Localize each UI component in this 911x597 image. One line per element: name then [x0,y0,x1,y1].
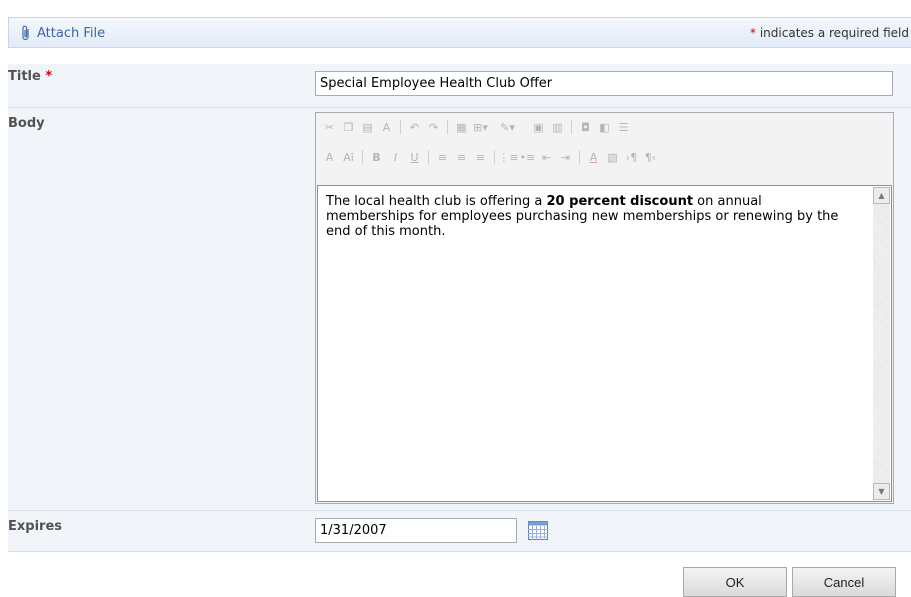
font-size-icon[interactable]: A [322,150,337,164]
body-text-area[interactable]: The local health club is offering a 20 p… [317,185,892,502]
toolbar-separator [579,150,580,164]
cancel-button[interactable]: Cancel [792,567,896,597]
form-toolbar: Attach File * indicates a required field [8,17,911,48]
copy-icon[interactable]: ❐ [341,120,356,134]
attach-file-link[interactable]: Attach File [21,25,105,41]
font-icon[interactable]: Aī [341,150,356,164]
ltr-icon[interactable]: ›¶ [624,150,639,164]
list-icon[interactable]: ☰ [616,120,631,134]
link-icon[interactable]: ▥ [550,120,565,134]
title-input[interactable] [315,71,893,96]
cut-icon[interactable]: ✂ [322,120,337,134]
title-label: Title * [8,69,53,84]
paste-icon[interactable]: ▤ [360,120,375,134]
toolbar-separator [400,120,401,134]
scroll-up-icon[interactable]: ▲ [873,187,890,204]
hyperlink-icon[interactable]: ◘ [578,120,593,134]
attach-file-label: Attach File [37,25,106,41]
highlight-icon[interactable]: ▧ [605,150,620,164]
rtl-icon[interactable]: ¶‹ [643,150,658,164]
row-divider [8,551,911,552]
toolbar-separator [362,150,363,164]
bullet-list-icon[interactable]: •≡ [520,150,536,164]
editor-toolbar-row-2: A Aī B I U ≡ ≡ ≡ ⋮≡ •≡ ⇤ ⇥ A ▧ ›¶ ¶‹ [322,150,658,164]
body-bold-text: 20 percent discount [546,194,694,209]
rich-text-editor: ✂ ❐ ▤ A ↶ ↷ ▦ ⊞▾ ✎▾ ▣ ▥ ◘ ◧ ☰ A Aī B I U… [315,112,894,504]
toolbar-separator [447,120,448,134]
required-note-text: indicates a required field [756,26,909,40]
title-required-star: * [40,69,53,84]
body-content: The local health club is offering a 20 p… [326,194,839,239]
ok-button[interactable]: OK [683,567,787,597]
editor-toolbar-row-1: ✂ ❐ ▤ A ↶ ↷ ▦ ⊞▾ ✎▾ ▣ ▥ ◘ ◧ ☰ [322,120,631,134]
decrease-indent-icon[interactable]: ⇤ [539,150,554,164]
table-icon[interactable]: ▦ [454,120,469,134]
toolbar-separator [428,150,429,164]
text-color-icon[interactable]: ✎▾ [500,120,515,134]
paperclip-icon [22,25,29,41]
image-icon[interactable]: ▣ [531,120,546,134]
increase-indent-icon[interactable]: ⇥ [558,150,573,164]
align-center-icon[interactable]: ≡ [454,150,469,164]
spellcheck-icon[interactable]: A [379,120,394,134]
font-color-icon[interactable]: A [586,150,601,164]
italic-icon[interactable]: I [388,150,403,164]
calendar-icon[interactable] [528,521,548,540]
redo-icon[interactable]: ↷ [426,120,441,134]
expires-date-input[interactable] [315,518,517,543]
toolbar-separator [571,120,572,134]
numbered-list-icon[interactable]: ⋮≡ [498,150,518,164]
align-right-icon[interactable]: ≡ [473,150,488,164]
undo-icon[interactable]: ↶ [407,120,422,134]
expires-label: Expires [8,519,62,534]
toolbar-separator [494,150,495,164]
bold-icon[interactable]: B [369,150,384,164]
insert-table-icon[interactable]: ⊞▾ [473,120,488,134]
required-field-note: * indicates a required field [750,26,909,40]
underline-icon[interactable]: U [407,150,422,164]
align-left-icon[interactable]: ≡ [435,150,450,164]
anchor-icon[interactable]: ◧ [597,120,612,134]
vertical-scrollbar[interactable]: ▲ ▼ [873,187,890,500]
scroll-down-icon[interactable]: ▼ [873,483,890,500]
body-label: Body [8,116,45,131]
